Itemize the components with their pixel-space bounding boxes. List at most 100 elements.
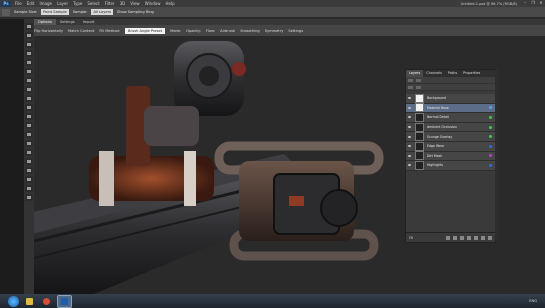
eyedropper-icon[interactable] (2, 8, 10, 16)
blend-mode-select[interactable] (408, 78, 413, 82)
toolbox (24, 19, 34, 294)
menu-item-file[interactable]: File (15, 0, 22, 7)
opacity-field[interactable] (416, 78, 421, 82)
menu-item-3d[interactable]: 3D (120, 0, 126, 7)
match-option[interactable]: Match Content (68, 29, 94, 33)
menu-item-view[interactable]: View (130, 0, 140, 7)
path-select-tool-icon[interactable] (25, 167, 33, 174)
layer-list: Background Material Base Normal Detail Ambi… (406, 93, 495, 171)
sampling-ring-checkbox[interactable]: Show Sampling Ring (117, 10, 154, 14)
airbrush-option[interactable]: Airbrush (220, 29, 235, 33)
flip-option[interactable]: Flip Horizontally (34, 29, 63, 33)
blur-tool-icon[interactable] (25, 131, 33, 138)
sample-label: Sample: (72, 10, 88, 14)
visibility-eye-icon[interactable] (407, 161, 412, 169)
options-bar: Sample Size: Point Sample Sample: All La… (0, 7, 545, 18)
layer-name: Dirt Mask (427, 153, 443, 158)
smoothing-option[interactable]: Smoothing (240, 29, 259, 33)
tab-properties[interactable]: Properties (460, 70, 483, 77)
layer-name: Material Base (427, 105, 449, 110)
close-button[interactable]: ✕ (537, 0, 545, 6)
taskbar-chrome[interactable] (40, 296, 53, 307)
menu-item-select[interactable]: Select (87, 0, 99, 7)
maximize-button[interactable]: ❐ (529, 0, 537, 6)
adjustment-icon[interactable] (467, 235, 471, 240)
move-tool-icon[interactable] (25, 23, 33, 30)
shape-tool-icon[interactable] (25, 176, 33, 183)
panel-dock-strip (495, 69, 498, 241)
eraser-tool-icon[interactable] (25, 113, 33, 120)
clone-stamp-tool-icon[interactable] (25, 95, 33, 102)
minimize-button[interactable]: – (521, 0, 529, 6)
folder-icon[interactable] (474, 235, 478, 240)
taskbar-photoshop[interactable] (57, 294, 72, 308)
layer-row[interactable]: Highlights (406, 160, 495, 171)
pen-tool-icon[interactable] (25, 149, 33, 156)
type-tool-icon[interactable] (25, 158, 33, 165)
layer-row[interactable]: Dirt Mask (406, 151, 495, 162)
visibility-eye-icon[interactable] (407, 104, 412, 112)
settings-option[interactable]: Settings (288, 29, 303, 33)
visibility-eye-icon[interactable] (407, 142, 412, 150)
symmetry-option[interactable]: Symmetry (265, 29, 284, 33)
menu-item-layer[interactable]: Layer (57, 0, 68, 7)
visibility-eye-icon[interactable] (407, 133, 412, 141)
taskbar-explorer[interactable] (23, 296, 36, 307)
layer-row[interactable]: Normal Detail (406, 112, 495, 123)
menu-item-type[interactable]: Type (73, 0, 82, 7)
healing-tool-icon[interactable] (25, 77, 33, 84)
layer-name: Ambient Occlusion (427, 125, 457, 130)
visibility-eye-icon[interactable] (407, 123, 412, 131)
marquee-tool-icon[interactable] (25, 32, 33, 39)
layer-row[interactable]: Background (406, 93, 495, 104)
fill-method-label: Fill Method: (99, 28, 121, 33)
new-layer-icon[interactable] (481, 235, 485, 240)
mode-label: Mode: (170, 28, 182, 33)
flow-label: Flow: (205, 28, 216, 33)
hand-tool-icon[interactable] (25, 185, 33, 192)
app-logo: Ps (1, 0, 11, 7)
crop-tool-icon[interactable] (25, 59, 33, 66)
lock-icon[interactable] (408, 85, 413, 89)
layer-thumbnail (415, 160, 424, 170)
sample-select[interactable]: All Layers (91, 9, 113, 15)
photoshop-window: Ps File Edit Image Layer Type Select Filter 3D V… (0, 0, 545, 308)
layer-row[interactable]: Material Base (406, 103, 495, 114)
quick-select-tool-icon[interactable] (25, 50, 33, 57)
fill-label: Fill (409, 235, 414, 240)
layer-thumbnail (415, 151, 424, 161)
layer-thumbnail (415, 103, 424, 113)
visibility-eye-icon[interactable] (407, 113, 412, 121)
lasso-tool-icon[interactable] (25, 41, 33, 48)
zoom-tool-icon[interactable] (25, 194, 33, 201)
menu-item-filter[interactable]: Filter (105, 0, 115, 7)
tab-channels[interactable]: Channels (423, 70, 445, 77)
gradient-tool-icon[interactable] (25, 122, 33, 129)
menu-item-image[interactable]: Image (39, 0, 52, 7)
sample-size-select[interactable]: Point Sample (41, 9, 69, 15)
start-button[interactable] (8, 295, 19, 307)
menu-item-help[interactable]: Help (165, 0, 174, 7)
tab-paths[interactable]: Paths (445, 70, 460, 77)
visibility-eye-icon[interactable] (407, 152, 412, 160)
title-bar: Ps File Edit Image Layer Type Select Filter 3D V… (0, 0, 545, 7)
sample-size-label: Sample Size: (14, 10, 38, 14)
fx-icon[interactable] (453, 235, 457, 240)
link-icon[interactable] (446, 235, 450, 240)
layer-row[interactable]: Edge Wear (406, 141, 495, 152)
layer-thumbnail (415, 112, 424, 122)
dodge-tool-icon[interactable] (25, 140, 33, 147)
menu-item-window[interactable]: Window (145, 0, 161, 7)
visibility-eye-icon[interactable] (407, 94, 412, 102)
history-brush-tool-icon[interactable] (25, 104, 33, 111)
eyedropper-tool-icon[interactable] (25, 68, 33, 75)
brush-tool-icon[interactable] (25, 86, 33, 93)
brush-preset-select[interactable]: Brush Angle Preset (125, 27, 166, 34)
layer-row[interactable]: Grunge Overlay (406, 132, 495, 142)
fill-field[interactable] (416, 85, 421, 89)
menu-item-edit[interactable]: Edit (27, 0, 35, 7)
tab-layers[interactable]: Layers (406, 70, 424, 77)
mask-icon[interactable] (460, 235, 464, 240)
layer-row[interactable]: Ambient Occlusion (406, 122, 495, 133)
trash-icon[interactable] (488, 235, 492, 240)
